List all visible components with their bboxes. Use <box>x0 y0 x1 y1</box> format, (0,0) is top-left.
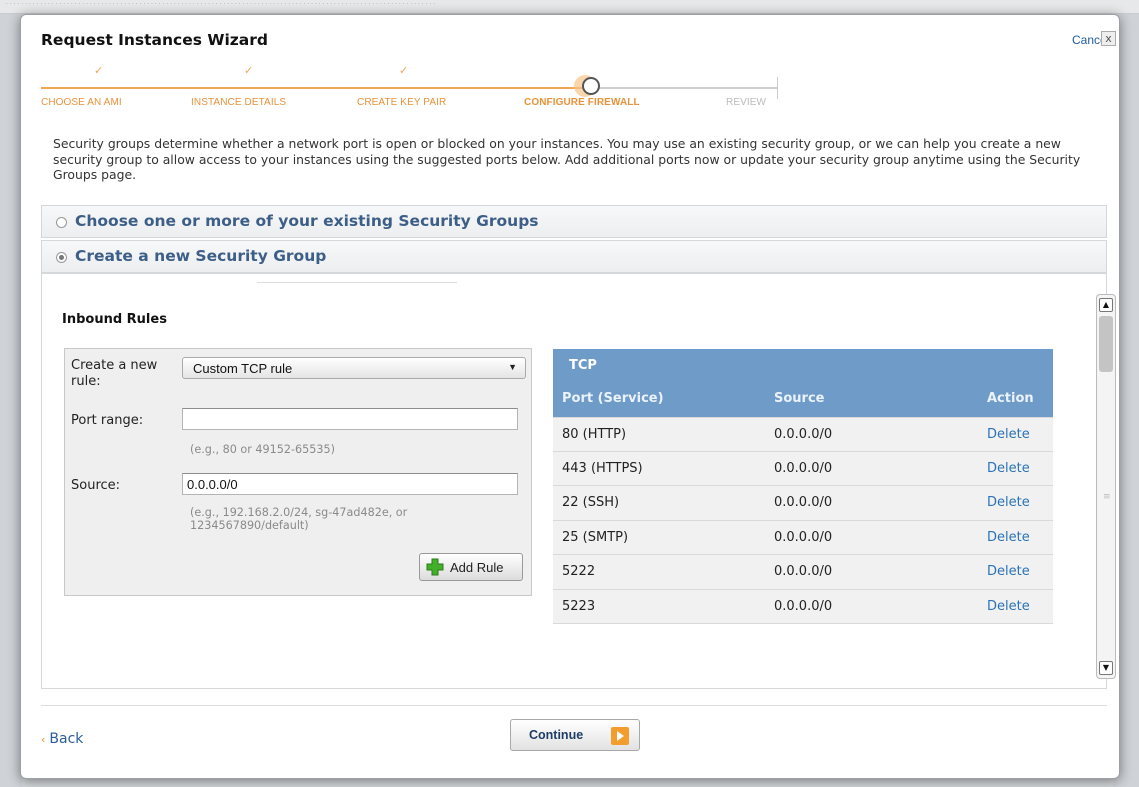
source-cell: 0.0.0.0/0 <box>774 460 833 476</box>
existing-groups-radio[interactable] <box>56 217 67 228</box>
new-security-group-panel: Inbound Rules Create a new rule: Custom … <box>41 273 1116 689</box>
divider <box>257 282 457 283</box>
step-review: REVIEW <box>726 97 767 108</box>
back-link[interactable]: ‹ Back <box>41 731 83 747</box>
table-row: 443 (HTTPS) 0.0.0.0/0 Delete <box>553 451 1053 486</box>
chevron-left-icon: ‹ <box>41 733 46 746</box>
scroll-grip-icon: ≡ <box>1103 492 1111 502</box>
background-page-left <box>0 14 22 787</box>
port-cell: 22 (SSH) <box>562 495 620 510</box>
add-rule-button[interactable]: Add Rule <box>419 553 523 581</box>
delete-link[interactable]: Delete <box>987 495 1030 510</box>
column-source: Source <box>774 391 825 406</box>
delete-link[interactable]: Delete <box>987 564 1030 579</box>
table-header: TCP Port (Service) Source Action <box>553 349 1053 417</box>
check-icon: ✓ <box>94 64 104 77</box>
table-row: 5223 0.0.0.0/0 Delete <box>553 589 1053 624</box>
check-icon: ✓ <box>244 64 254 77</box>
port-cell: 5222 <box>562 564 596 579</box>
background-tab-strip: · · · · · · · · · · · · · · · · · · · · … <box>0 0 1139 14</box>
new-security-group-option[interactable]: Create a new Security Group <box>41 240 1107 273</box>
wizard-title: Request Instances Wizard <box>41 31 269 49</box>
progress-line-end-tick <box>777 77 778 99</box>
port-range-input[interactable] <box>182 408 518 430</box>
intro-text: Security groups determine whether a netw… <box>53 136 1081 182</box>
footer-divider <box>41 705 1107 706</box>
rule-type-select[interactable]: Custom TCP rule ▼ <box>182 357 526 379</box>
existing-groups-label: Choose one or more of your existing Secu… <box>75 212 539 230</box>
source-label: Source: <box>71 478 121 493</box>
inbound-rules-title: Inbound Rules <box>62 312 167 327</box>
table-row: 22 (SSH) 0.0.0.0/0 Delete <box>553 486 1053 521</box>
source-cell: 0.0.0.0/0 <box>774 427 833 442</box>
source-cell: 0.0.0.0/0 <box>774 564 833 579</box>
source-cell: 0.0.0.0/0 <box>774 495 833 510</box>
current-step-circle <box>582 77 600 95</box>
rule-type-value: Custom TCP rule <box>193 361 293 376</box>
table-body: 80 (HTTP) 0.0.0.0/0 Delete 443 (HTTPS) 0… <box>553 417 1053 624</box>
add-rule-label: Add Rule <box>450 560 504 575</box>
table-row: 5222 0.0.0.0/0 Delete <box>553 555 1053 590</box>
delete-link[interactable]: Delete <box>987 461 1030 476</box>
plus-icon <box>426 558 444 576</box>
step-create-key-pair: CREATE KEY PAIR <box>357 97 447 108</box>
new-group-radio[interactable] <box>56 252 67 263</box>
port-cell: 80 (HTTP) <box>562 427 627 442</box>
protocol-label: TCP <box>569 358 597 373</box>
existing-security-groups-option[interactable]: Choose one or more of your existing Secu… <box>41 205 1107 238</box>
source-hint-line-1: (e.g., 192.168.2.0/24, sg-47ad482e, or <box>190 506 408 519</box>
inbound-rules-table: TCP Port (Service) Source Action 80 (HTT… <box>553 349 1053 624</box>
continue-label: Continue <box>529 728 584 742</box>
arrow-right-icon <box>611 727 629 745</box>
close-icon[interactable]: x <box>1101 31 1116 46</box>
chevron-down-icon: ▼ <box>508 362 517 372</box>
scroll-up-icon[interactable]: ▲ <box>1099 298 1113 312</box>
source-input[interactable] <box>182 473 518 495</box>
port-cell: 443 (HTTPS) <box>562 460 643 476</box>
step-instance-details: INSTANCE DETAILS <box>191 97 287 108</box>
table-row: 80 (HTTP) 0.0.0.0/0 Delete <box>553 417 1053 452</box>
column-port-service: Port (Service) <box>562 391 664 406</box>
delete-link[interactable]: Delete <box>987 530 1030 545</box>
scroll-down-icon[interactable]: ▼ <box>1099 661 1113 675</box>
port-range-label: Port range: <box>71 413 144 428</box>
source-cell: 0.0.0.0/0 <box>774 598 833 614</box>
panel-scrollbar[interactable]: ▲ ≡ ▼ <box>1096 294 1116 679</box>
port-cell: 25 (SMTP) <box>562 529 629 545</box>
progress-line-completed <box>41 87 598 89</box>
request-instances-wizard-dialog: Request Instances Wizard Cancel x ✓ ✓ ✓ … <box>20 14 1120 779</box>
table-row: 25 (SMTP) 0.0.0.0/0 Delete <box>553 520 1053 555</box>
delete-link[interactable]: Delete <box>987 599 1030 614</box>
source-hint-line-2: 1234567890/default) <box>190 519 309 532</box>
delete-link[interactable]: Delete <box>987 427 1030 442</box>
new-group-label: Create a new Security Group <box>75 247 327 265</box>
port-range-hint: (e.g., 80 or 49152-65535) <box>190 443 335 456</box>
column-action: Action <box>987 391 1034 406</box>
scroll-thumb[interactable] <box>1099 316 1113 372</box>
back-label: Back <box>49 731 84 747</box>
rule-form: Create a new rule: Custom TCP rule ▼ Por… <box>64 348 532 596</box>
continue-button[interactable]: Continue <box>510 719 640 751</box>
step-choose-ami: CHOOSE AN AMI <box>41 97 122 108</box>
create-rule-label: Create a new rule: <box>71 358 158 389</box>
port-cell: 5223 <box>562 598 596 614</box>
step-configure-firewall: CONFIGURE FIREWALL <box>524 97 640 108</box>
progress-line-remaining <box>598 87 778 89</box>
source-cell: 0.0.0.0/0 <box>774 529 833 545</box>
check-icon: ✓ <box>399 64 409 77</box>
